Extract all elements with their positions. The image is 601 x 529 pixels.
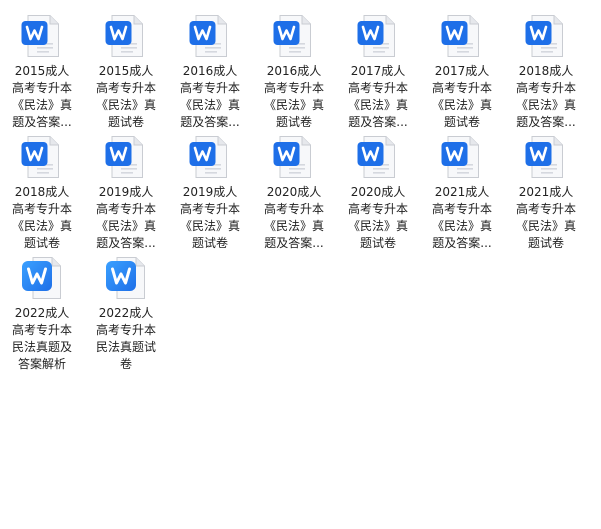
file-name-label: 2022成人 高考专升本 民法真题试 卷 — [95, 306, 156, 371]
wps-word-doc-icon — [20, 135, 64, 179]
file-item[interactable]: 2022成人 高考专升本 民法真题试 卷 — [84, 242, 168, 373]
wps-word-doc-icon — [524, 135, 568, 179]
file-item[interactable]: 2015成人 高考专升本 《民法》真 题试卷 — [84, 0, 168, 131]
wps-word-doc-icon — [272, 135, 316, 179]
wps-word-doc-icon — [188, 14, 232, 58]
wps-word-doc-icon — [440, 135, 484, 179]
wps-word-doc-icon — [524, 14, 568, 58]
file-item[interactable]: 2017成人 高考专升本 《民法》真 题试卷 — [420, 0, 504, 131]
wps-word-doc-icon — [104, 14, 148, 58]
file-item[interactable]: 2019成人 高考专升本 《民法》真 题及答案... — [84, 121, 168, 252]
file-name-label: 2020成人 高考专升本 《民法》真 题试卷 — [347, 185, 408, 250]
file-name-label: 2020成人 高考专升本 《民法》真 题及答案... — [263, 185, 324, 250]
wps-word-doc-icon — [188, 135, 232, 179]
file-item[interactable]: 2022成人 高考专升本 民法真题及 答案解析 — [0, 242, 84, 373]
file-item[interactable]: 2021成人 高考专升本 《民法》真 题及答案... — [420, 121, 504, 252]
file-item[interactable]: 2020成人 高考专升本 《民法》真 题及答案... — [252, 121, 336, 252]
file-item[interactable]: 2020成人 高考专升本 《民法》真 题试卷 — [336, 121, 420, 252]
file-item[interactable]: 2018成人 高考专升本 《民法》真 题试卷 — [0, 121, 84, 252]
wps-word-doc-icon — [272, 14, 316, 58]
wps-word-doc-icon — [356, 135, 400, 179]
wps-word-doc-icon — [20, 14, 64, 58]
file-item[interactable]: 2016成人 高考专升本 《民法》真 题试卷 — [252, 0, 336, 131]
file-item[interactable]: 2021成人 高考专升本 《民法》真 题试卷 — [504, 121, 588, 252]
file-item[interactable]: 2017成人 高考专升本 《民法》真 题及答案... — [336, 0, 420, 131]
file-item[interactable]: 2018成人 高考专升本 《民法》真 题及答案... — [504, 0, 588, 131]
file-grid: 2015成人 高考专升本 《民法》真 题及答案... 2015成人 高考专升本 《… — [0, 0, 601, 529]
file-name-label: 2021成人 高考专升本 《民法》真 题试卷 — [515, 185, 576, 250]
file-item[interactable]: 2015成人 高考专升本 《民法》真 题及答案... — [0, 0, 84, 131]
file-item[interactable]: 2016成人 高考专升本 《民法》真 题及答案... — [168, 0, 252, 131]
wps-word-doc-icon — [20, 256, 64, 300]
wps-word-doc-icon — [104, 135, 148, 179]
file-name-label: 2021成人 高考专升本 《民法》真 题及答案... — [431, 185, 492, 250]
file-name-label: 2019成人 高考专升本 《民法》真 题试卷 — [179, 185, 240, 250]
file-name-label: 2022成人 高考专升本 民法真题及 答案解析 — [11, 306, 72, 371]
wps-word-doc-icon — [104, 256, 148, 300]
wps-word-doc-icon — [356, 14, 400, 58]
file-item[interactable]: 2019成人 高考专升本 《民法》真 题试卷 — [168, 121, 252, 252]
wps-word-doc-icon — [440, 14, 484, 58]
